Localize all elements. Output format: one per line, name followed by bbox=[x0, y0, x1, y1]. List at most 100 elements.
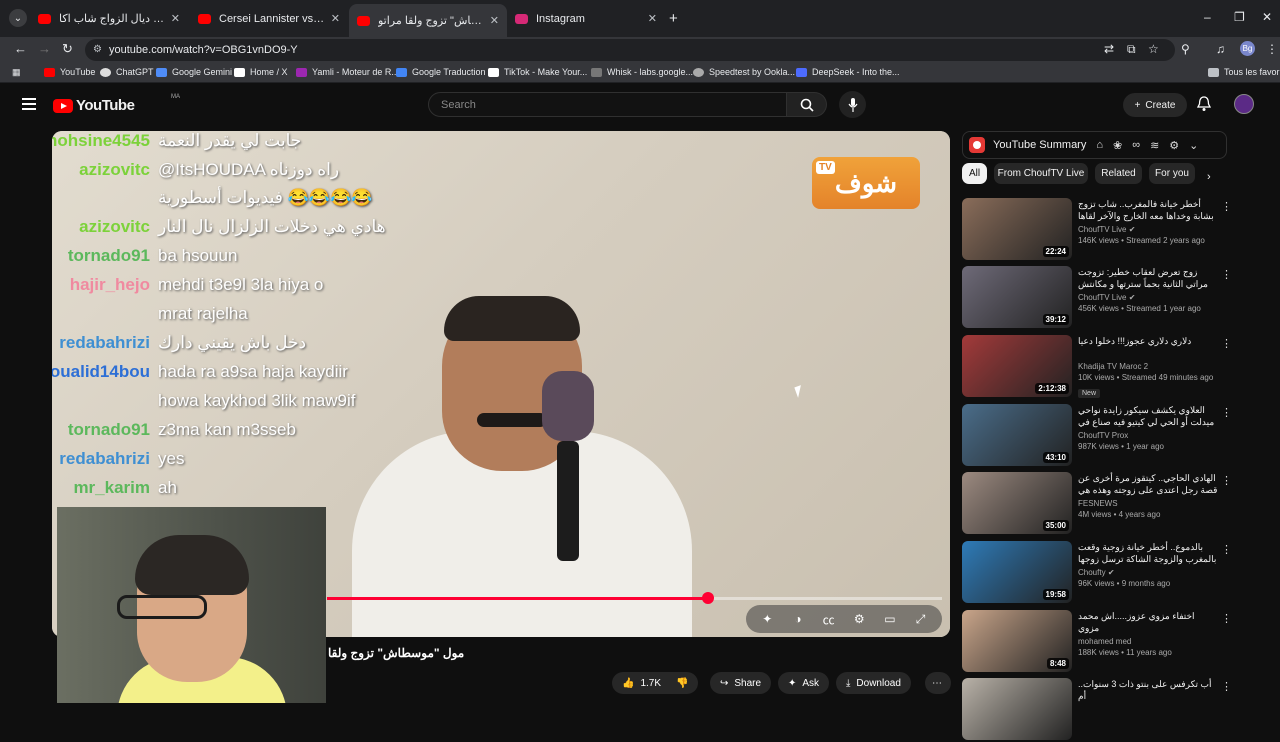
more-options-icon[interactable]: ⋮ bbox=[1221, 406, 1232, 419]
recommended-video[interactable]: 22:24 أخطر خيانة فالمغرب.. شاب تزوج بشابة… bbox=[962, 198, 1232, 262]
bookmark-whisk[interactable]: Whisk - labs.google... bbox=[591, 67, 693, 77]
video-title[interactable]: بالدموع.. أخطر خيانة زوجية وقعت بالمغرب … bbox=[1078, 541, 1218, 565]
video-title[interactable]: الهادي الحاجي.. كيتقوز مرة أخرى عن قصة ر… bbox=[1078, 472, 1218, 496]
chip-from-channel[interactable]: From ChoufTV Live bbox=[994, 163, 1088, 184]
tab-search-button[interactable]: ⌄ bbox=[9, 9, 27, 27]
video-thumbnail[interactable]: 8:48 bbox=[962, 610, 1072, 672]
more-options-icon[interactable]: ⋮ bbox=[1221, 474, 1232, 487]
close-window-icon[interactable]: ✕ bbox=[1262, 10, 1272, 24]
audio-waveform-icon[interactable]: ≋ bbox=[1150, 139, 1159, 152]
more-options-icon[interactable]: ⋮ bbox=[1221, 543, 1232, 556]
download-button[interactable]: ⤓ Download bbox=[836, 672, 911, 694]
minimize-icon[interactable]: – bbox=[1204, 10, 1211, 24]
menu-icon[interactable] bbox=[22, 98, 36, 113]
video-title[interactable]: أخطر خيانة فالمغرب.. شاب تزوج بشابة وخدا… bbox=[1078, 198, 1218, 222]
notifications-bell-icon[interactable] bbox=[1197, 96, 1211, 112]
bookmark-translate[interactable]: Google Traduction bbox=[396, 67, 486, 77]
channel-name[interactable]: mohamed med bbox=[1078, 637, 1218, 646]
video-title[interactable]: زوج تعرض لعقاب خطير: تزوجت مراتي الثانية… bbox=[1078, 266, 1218, 290]
menu-kebab-icon[interactable]: ⋮ bbox=[1266, 42, 1278, 56]
chip-for-you[interactable]: For you bbox=[1149, 163, 1195, 184]
address-bar[interactable]: ⚙ youtube.com/watch?v=OBG1vnDO9-Y bbox=[85, 39, 1175, 61]
recommended-video[interactable]: 19:58 بالدموع.. أخطر خيانة زوجية وقعت بال… bbox=[962, 541, 1232, 605]
recommended-video[interactable]: 43:10 العلاوي يكشف سيكور زايدة نواحي ميدل… bbox=[962, 404, 1232, 468]
autoplay-toggle-icon[interactable]: ◑ bbox=[787, 612, 809, 626]
bookmark-deepseek[interactable]: DeepSeek - Into the... bbox=[796, 67, 900, 77]
chevron-right-icon[interactable]: › bbox=[1207, 171, 1211, 183]
video-thumbnail[interactable]: 35:00 bbox=[962, 472, 1072, 534]
youtube-summary-panel[interactable]: YouTube Summary ⌂ ❀ ∞ ≋ ⚙ ⌄ bbox=[962, 131, 1227, 159]
video-thumbnail[interactable]: 39:12 bbox=[962, 266, 1072, 328]
install-app-icon[interactable]: ⧉ bbox=[1127, 42, 1136, 57]
restore-icon[interactable]: ❐ bbox=[1234, 10, 1245, 24]
video-thumbnail[interactable]: 22:24 bbox=[962, 198, 1072, 260]
extensions-icon[interactable]: ⚲ bbox=[1181, 42, 1190, 56]
bookmark-chatgpt[interactable]: ChatGPT bbox=[100, 67, 154, 77]
briefcase-icon[interactable]: ⌂ bbox=[1096, 139, 1103, 151]
more-options-icon[interactable]: ⋮ bbox=[1221, 200, 1232, 213]
more-actions-button[interactable]: ⋯ bbox=[925, 672, 951, 694]
dislike-button[interactable]: 👎 bbox=[668, 672, 698, 694]
fullscreen-icon[interactable]: ⤢ bbox=[910, 612, 932, 627]
like-button[interactable]: 👍 1.7K bbox=[612, 672, 668, 694]
close-tab-icon[interactable]: ✕ bbox=[648, 12, 657, 25]
recommended-video[interactable]: 8:48 اختفاء مزوي عزوز.....اش محمد مزوي moh… bbox=[962, 610, 1232, 674]
tab-2[interactable]: Cersei Lannister vs. Petyr 'Little' ✕ bbox=[190, 6, 348, 31]
all-bookmarks[interactable]: Tous les favoris bbox=[1208, 67, 1280, 77]
bookmark-yamli[interactable]: Yamli - Moteur de R... bbox=[296, 67, 399, 77]
more-options-icon[interactable]: ⋮ bbox=[1221, 680, 1232, 693]
media-controls-icon[interactable]: ♫ bbox=[1216, 42, 1225, 56]
ask-button[interactable]: ✦ Ask bbox=[778, 672, 830, 694]
more-options-icon[interactable]: ⋮ bbox=[1221, 268, 1232, 281]
chevron-down-icon[interactable]: ⌄ bbox=[1189, 139, 1198, 152]
channel-name[interactable]: Choufty ✔ bbox=[1078, 568, 1218, 577]
voice-search-button[interactable] bbox=[839, 91, 866, 118]
more-options-icon[interactable]: ⋮ bbox=[1221, 337, 1232, 350]
channel-name[interactable]: FESNEWS bbox=[1078, 499, 1218, 508]
tab-4[interactable]: Instagram ✕ bbox=[507, 6, 665, 31]
search-input[interactable]: Search bbox=[428, 92, 787, 117]
account-avatar[interactable] bbox=[1234, 94, 1254, 114]
share-button[interactable]: ↪ Share bbox=[710, 672, 772, 694]
recommended-video[interactable]: أب تكرفس على بنتو ذات 3 سنوات.. أم ⋮ bbox=[962, 678, 1232, 742]
video-title[interactable]: اختفاء مزوي عزوز.....اش محمد مزوي bbox=[1078, 610, 1218, 634]
settings-icon[interactable]: ⚙ bbox=[1169, 139, 1179, 152]
close-tab-icon[interactable]: ✕ bbox=[331, 12, 340, 25]
channel-name[interactable]: ChoufTV Prox bbox=[1078, 431, 1218, 440]
create-button[interactable]: + Create bbox=[1123, 93, 1187, 117]
video-title[interactable]: العلاوي يكشف سيكور زايدة نواحي ميدلت أو … bbox=[1078, 404, 1218, 428]
video-thumbnail[interactable]: 43:10 bbox=[962, 404, 1072, 466]
apps-icon[interactable]: ▦ bbox=[12, 67, 21, 78]
channel-name[interactable]: ChoufTV Live ✔ bbox=[1078, 225, 1218, 234]
back-icon[interactable]: ← bbox=[14, 41, 27, 56]
new-tab-button[interactable]: + bbox=[669, 10, 678, 27]
video-thumbnail[interactable]: 2:12:38 bbox=[962, 335, 1072, 397]
bookmark-star-icon[interactable]: ☆ bbox=[1148, 42, 1159, 56]
settings-gear-icon[interactable]: ⚙ bbox=[848, 612, 870, 626]
site-info-icon[interactable]: ⚙ bbox=[93, 44, 102, 55]
bookmark-gemini[interactable]: Google Gemini bbox=[156, 67, 232, 77]
close-tab-icon[interactable]: ✕ bbox=[490, 14, 499, 27]
tab-1[interactable]: بعد 9 سنوات ديال الزواج شاب اكا ✕ bbox=[30, 6, 188, 31]
video-title[interactable]: أب تكرفس على بنتو ذات 3 سنوات.. أم bbox=[1078, 678, 1218, 702]
more-options-icon[interactable]: ⋮ bbox=[1221, 612, 1232, 625]
openai-icon[interactable]: ❀ bbox=[1113, 139, 1122, 152]
translate-icon[interactable]: ⇄ bbox=[1104, 42, 1114, 56]
reload-icon[interactable]: ↻ bbox=[62, 41, 73, 57]
chip-all[interactable]: All bbox=[962, 163, 987, 184]
bookmark-tiktok[interactable]: TikTok - Make Your... bbox=[488, 67, 587, 77]
bookmark-youtube[interactable]: YouTube bbox=[44, 67, 95, 77]
glasses-icon[interactable]: ∞ bbox=[1132, 139, 1140, 151]
bookmark-speedtest[interactable]: Speedtest by Ookla... bbox=[693, 67, 795, 77]
recommended-video[interactable]: 39:12 زوج تعرض لعقاب خطير: تزوجت مراتي ال… bbox=[962, 266, 1232, 330]
sparkle-icon[interactable]: ✦ bbox=[756, 612, 778, 626]
youtube-logo[interactable]: YouTube MA bbox=[53, 94, 180, 114]
recommended-video[interactable]: 2:12:38 دلاري دلاري عجوز!!! دخلوا دعيا Kha… bbox=[962, 335, 1232, 399]
search-button[interactable] bbox=[787, 92, 827, 117]
progress-bar[interactable] bbox=[327, 592, 942, 604]
video-thumbnail[interactable] bbox=[962, 678, 1072, 740]
miniplayer-icon[interactable]: ▭ bbox=[879, 612, 901, 626]
video-thumbnail[interactable]: 19:58 bbox=[962, 541, 1072, 603]
channel-name[interactable]: ChoufTV Live ✔ bbox=[1078, 293, 1218, 302]
bookmark-x[interactable]: Home / X bbox=[234, 67, 288, 77]
